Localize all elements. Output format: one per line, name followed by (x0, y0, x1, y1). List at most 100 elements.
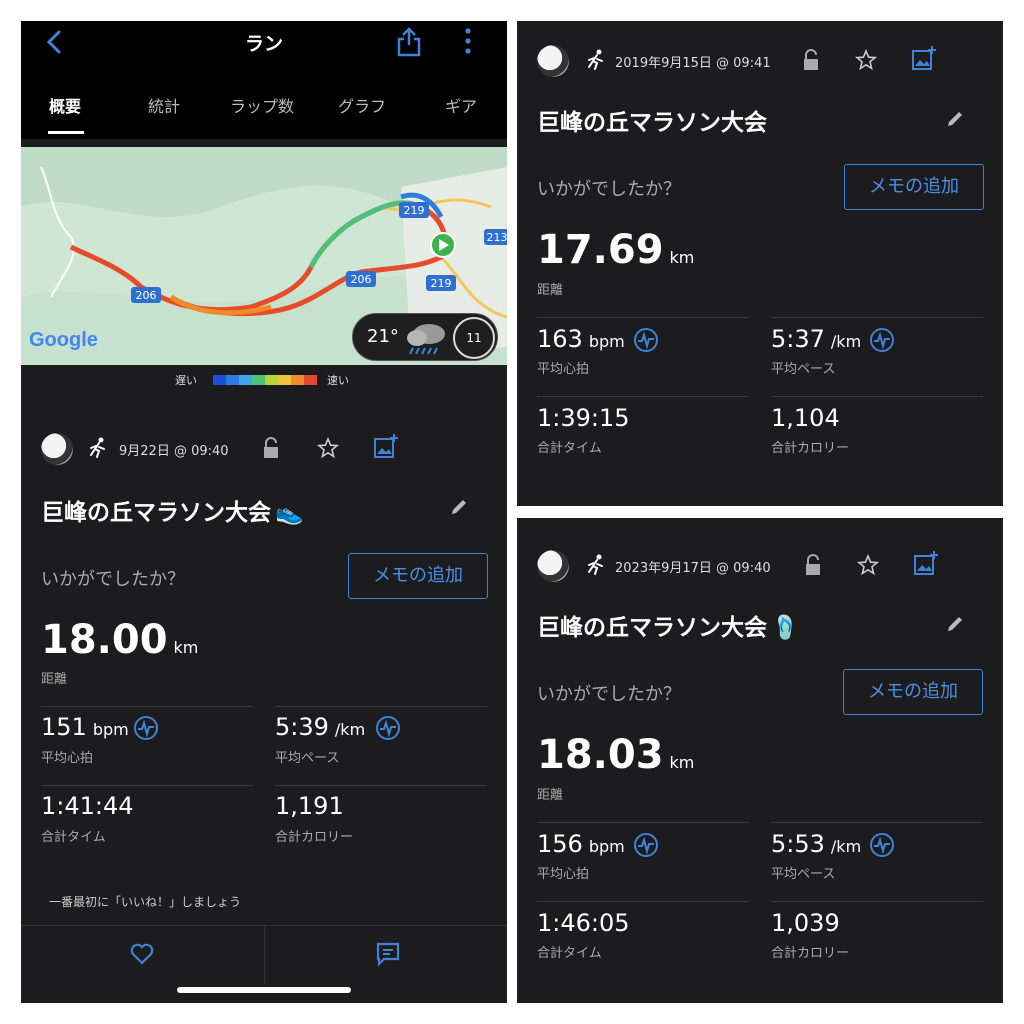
total-time-value: 1:39:15 (537, 404, 630, 432)
add-photo-icon[interactable] (373, 433, 399, 459)
more-options-icon[interactable] (461, 27, 475, 55)
tab-graphs[interactable]: グラフ (338, 93, 386, 117)
legend-color-scale (213, 375, 317, 385)
heart-rate-icon[interactable] (133, 715, 159, 741)
heart-rate-icon[interactable] (633, 832, 659, 858)
total-time-label: 合計タイム (537, 946, 602, 961)
add-memo-button[interactable]: メモの追加 (843, 669, 983, 715)
edit-title-pencil-icon[interactable] (449, 497, 469, 517)
feeling-question: いかがでしたか？ (537, 684, 681, 705)
activity-date: 2023年9月17日 @ 09:40 (615, 561, 771, 576)
activity-date: 2019年9月15日 @ 09:41 (615, 56, 771, 71)
privacy-lock-icon[interactable] (261, 437, 281, 459)
divider (275, 785, 487, 786)
route-label: 213 (487, 231, 508, 244)
route-label: 206 (136, 289, 157, 302)
divider (264, 925, 265, 985)
feeling-question: いかがでしたか？ (41, 569, 185, 590)
pace-number: 5:37 (771, 325, 825, 353)
route-label: 206 (351, 273, 372, 286)
divider (41, 785, 253, 786)
activity-date: 9月22日 @ 09:40 (119, 444, 229, 459)
google-logo: Google (29, 329, 98, 352)
divider (537, 396, 749, 397)
like-heart-icon[interactable] (129, 941, 155, 967)
like-prompt: 一番最初に「いいね！」しましょう (49, 895, 242, 909)
avg-heart-rate-label: 平均心拍 (41, 751, 94, 766)
tab-laps[interactable]: ラップ数 (230, 93, 294, 117)
distance-value: 17.69 km (537, 227, 694, 273)
home-indicator (177, 987, 351, 993)
flip-flop-emoji-icon: 🩴 (771, 615, 800, 641)
tab-gear[interactable]: ギア (445, 93, 477, 117)
avg-heart-rate-value: 151 bpm (41, 713, 129, 741)
activity-card-2023: 2023年9月17日 @ 09:40 巨峰の丘マラソン大会 🩴 いかがでしたか？ … (517, 518, 1003, 1003)
favorite-star-icon[interactable] (855, 49, 877, 71)
distance-number: 18.00 (41, 617, 168, 663)
tab-bar: 概要 統計 ラップ数 グラフ ギア (21, 89, 507, 119)
avatar[interactable] (537, 550, 569, 582)
weather-temperature: 21° (367, 326, 399, 347)
total-calories-label: 合計カロリー (771, 441, 850, 456)
total-time-label: 合計タイム (537, 441, 602, 456)
divider (41, 706, 253, 707)
activity-title: 巨峰の丘マラソン大会 (537, 110, 767, 136)
share-icon[interactable] (395, 27, 423, 57)
total-time-value: 1:46:05 (537, 909, 630, 937)
favorite-star-icon[interactable] (857, 554, 879, 576)
total-calories-value: 1,104 (771, 404, 840, 432)
favorite-star-icon[interactable] (317, 437, 339, 459)
edit-title-pencil-icon[interactable] (945, 614, 965, 634)
top-navigation-bar: ラン 概要 統計 ラップ数 グラフ ギア (21, 21, 507, 139)
pace-number: 5:53 (771, 830, 825, 858)
privacy-lock-icon[interactable] (803, 554, 823, 576)
running-icon (588, 49, 603, 70)
activity-title-text: 巨峰の丘マラソン大会 (537, 615, 767, 641)
pace-icon[interactable] (375, 715, 401, 741)
feeling-question: いかがでしたか？ (537, 179, 681, 200)
total-calories-label: 合計カロリー (771, 946, 850, 961)
divider (771, 317, 983, 318)
avatar[interactable] (537, 45, 569, 77)
add-memo-button[interactable]: メモの追加 (844, 164, 984, 210)
pace-unit: /km (830, 332, 862, 351)
hr-number: 156 (537, 830, 583, 858)
add-memo-button[interactable]: メモの追加 (348, 553, 488, 599)
route-label: 219 (431, 277, 452, 290)
running-icon (90, 437, 105, 458)
pace-legend: 遅い 速い (21, 369, 507, 393)
distance-value: 18.03 km (537, 732, 694, 778)
total-calories-label: 合計カロリー (275, 830, 354, 845)
distance-label: 距離 (537, 283, 564, 298)
avatar[interactable] (41, 433, 73, 465)
tab-stats[interactable]: 統計 (148, 93, 180, 117)
privacy-lock-icon[interactable] (801, 49, 821, 71)
weather-widget: 21° 11 (352, 313, 498, 361)
legend-color-swatch (239, 375, 252, 385)
heart-rate-icon[interactable] (633, 327, 659, 353)
avg-pace-label: 平均ペース (771, 867, 836, 882)
tab-overview[interactable]: 概要 (49, 93, 81, 117)
add-photo-icon[interactable] (913, 550, 939, 576)
hr-unit: bpm (92, 720, 129, 739)
divider (771, 822, 983, 823)
edit-title-pencil-icon[interactable] (945, 109, 965, 129)
activity-header-row: 2019年9月15日 @ 09:41 (537, 45, 977, 77)
pace-icon[interactable] (869, 832, 895, 858)
distance-unit: km (669, 248, 695, 267)
activity-header-row: 9月22日 @ 09:40 (41, 433, 441, 465)
total-calories-value: 1,191 (275, 792, 344, 820)
hr-number: 163 (537, 325, 583, 353)
comment-icon[interactable] (375, 941, 401, 967)
rain-cloud-icon (407, 324, 445, 355)
pace-icon[interactable] (869, 327, 895, 353)
google-logo-text: Google (29, 329, 98, 351)
legend-fast-label: 速い (327, 374, 349, 387)
avg-heart-rate-value: 156 bpm (537, 830, 625, 858)
activity-title: 巨峰の丘マラソン大会 👟 (41, 493, 304, 527)
avg-pace-label: 平均ペース (771, 362, 836, 377)
add-photo-icon[interactable] (911, 45, 937, 71)
legend-color-swatch (304, 375, 317, 385)
avg-heart-rate-value: 163 bpm (537, 325, 625, 353)
avg-pace-value: 5:53/km (771, 830, 861, 858)
